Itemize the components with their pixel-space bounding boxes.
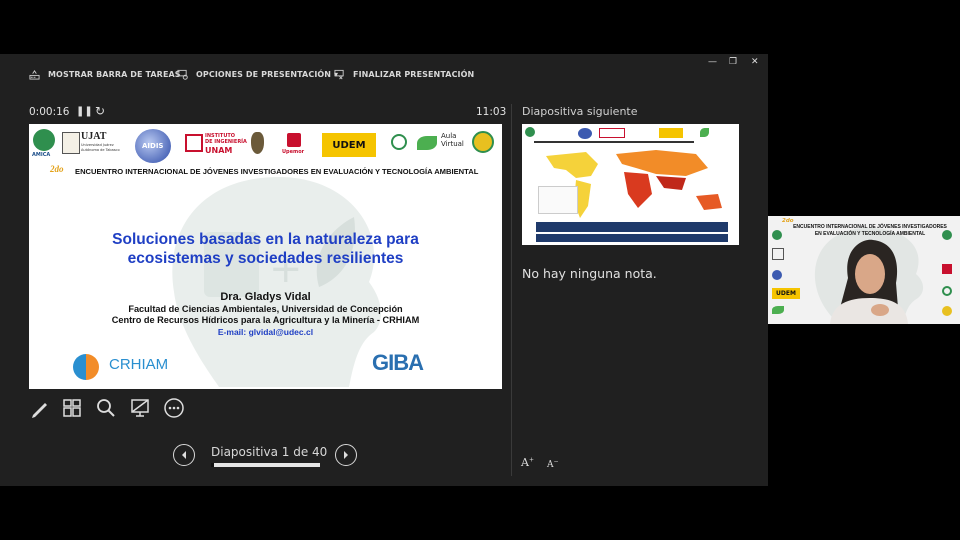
upemor-text: Upemor [282,149,305,155]
thumb-caption-bar-2 [536,234,728,242]
end-slideshow-icon [334,69,344,79]
see-all-slides-icon[interactable] [61,397,83,419]
thumb-event-line [534,141,694,143]
close-icon[interactable]: ✕ [751,57,759,67]
aula-virtual-text: Aula Virtual [441,132,464,148]
panel-divider[interactable] [511,104,512,476]
zoom-icon[interactable] [95,397,117,419]
presenter-figure [830,239,908,324]
unam-text: UNAM [205,146,233,155]
affiliation-1: Facultad de Ciencias Ambientales, Univer… [128,304,403,314]
webcam-logo-8 [942,286,952,296]
ujat-crest-icon [62,132,80,154]
elapsed-timer: 0:00:16 [29,106,70,118]
slide-progress-fill [211,463,214,467]
more-options-icon[interactable] [163,397,185,419]
show-taskbar-button[interactable]: MOSTRAR BARRA DE TAREAS [29,66,181,82]
webcam-logo-2 [772,248,784,260]
webcam-logo-7 [942,264,952,274]
end-presentation-label: FINALIZAR PRESENTACIÓN [353,69,475,79]
slide-title-line2: ecosistemas y sociedades resilientes [127,250,404,267]
author-email: E-mail: glvidal@udec.cl [217,327,314,337]
next-slide-button[interactable] [335,444,357,466]
webcam-udem-logo: UDEM [772,288,800,299]
webcam-logo-1 [772,230,782,240]
event-edition: 2do [50,164,64,174]
ambiental-logo [391,134,407,150]
webcam-event-title: ENCUENTRO INTERNACIONAL DE JÓVENES INVES… [793,224,947,237]
aidis-text: AIDIS [142,142,164,150]
arrow-left-icon [182,451,186,459]
ujat-subtitle2: Autónoma de Tabasco [81,148,120,152]
aula-line1: Aula [441,132,457,140]
udem-logo: UDEM [322,133,376,157]
aula-line2: Virtual [441,140,464,148]
arrow-right-icon [344,451,348,459]
minimize-icon[interactable]: — [708,57,717,67]
taskbar-icon [29,69,40,80]
slide-title-line1: Soluciones basadas en la naturaleza para [112,231,419,248]
event-title: ENCUENTRO INTERNACIONAL DE JÓVENES INVES… [75,167,479,176]
speaker-notes: No hay ninguna nota. [522,266,657,281]
slide-title: Soluciones basadas en la naturaleza para… [29,230,502,268]
author-name: Dra. Gladys Vidal [220,291,311,303]
ujat-text: UJAT [81,131,107,142]
thumb-leaf-icon [700,128,709,137]
amica-text: AMICA [32,152,51,158]
slide-watermark-graphic: + [172,177,381,387]
thumb-legend-box [538,186,578,214]
seal-logo [472,131,494,153]
upemor-logo [287,133,301,147]
instituto-line2: DE INGENIERÍA [205,139,247,145]
next-slide-thumbnail[interactable] [522,124,739,245]
webcam-video: 2do ENCUENTRO INTERNACIONAL DE JÓVENES I… [768,216,960,324]
next-slide-label: Diapositiva siguiente [522,105,638,118]
aula-virtual-leaf-icon [417,136,437,150]
current-slide: + AMICA UJAT Universidad Juárez Autónoma… [29,124,502,389]
restore-icon[interactable]: ❐ [729,57,737,67]
previous-slide-button[interactable] [173,444,195,466]
slide-counter: Diapositiva 1 de 40 [211,445,328,459]
crhiam-text: CRHIAM [109,356,169,373]
decrease-font-icon[interactable]: A− [547,458,559,470]
restart-timer-icon[interactable]: ↻ [95,104,105,118]
pause-timer-icon[interactable]: ❚❚ [76,106,93,117]
pen-icon[interactable] [29,397,51,419]
webcam-logo-3 [772,270,782,280]
webcam-logo-5 [772,306,784,314]
university-crest-icon [251,132,264,154]
thumb-udem-icon [659,128,683,138]
crhiam-logo [73,354,99,380]
webcam-logo-6 [942,230,952,240]
thumb-caption-bar-1 [536,222,728,232]
instituto-ingenieria-logo [185,134,203,152]
presenter-view: — ❐ ✕ MOSTRAR BARRA DE TAREAS OPCIONES D… [0,54,768,486]
thumb-logo-icon [525,127,535,137]
giba-text: GIBA [372,350,424,375]
clock: 11:03 [476,106,507,118]
increase-font-icon[interactable]: A+ [521,456,534,469]
show-taskbar-label: MOSTRAR BARRA DE TAREAS [48,69,181,79]
presentation-options-label: OPCIONES DE PRESENTACIÓN ▾ [196,69,339,79]
slideshow-options-icon [177,69,188,80]
presentation-options-button[interactable]: OPCIONES DE PRESENTACIÓN ▾ [177,66,338,82]
affiliation-2: Centro de Recursos Hídricos para la Agri… [111,315,420,325]
webcam-logo-9 [942,306,952,316]
amica-logo [33,129,55,151]
end-presentation-button[interactable]: FINALIZAR PRESENTACIÓN [334,66,474,82]
thumb-aidis-icon [578,128,592,139]
slide-progress-bar [211,463,320,467]
thumb-unam-icon [599,128,625,138]
ujat-subtitle1: Universidad Juárez [81,143,114,147]
black-screen-icon[interactable] [129,397,151,419]
instituto-text: INSTITUTO DE INGENIERÍA [205,133,247,145]
